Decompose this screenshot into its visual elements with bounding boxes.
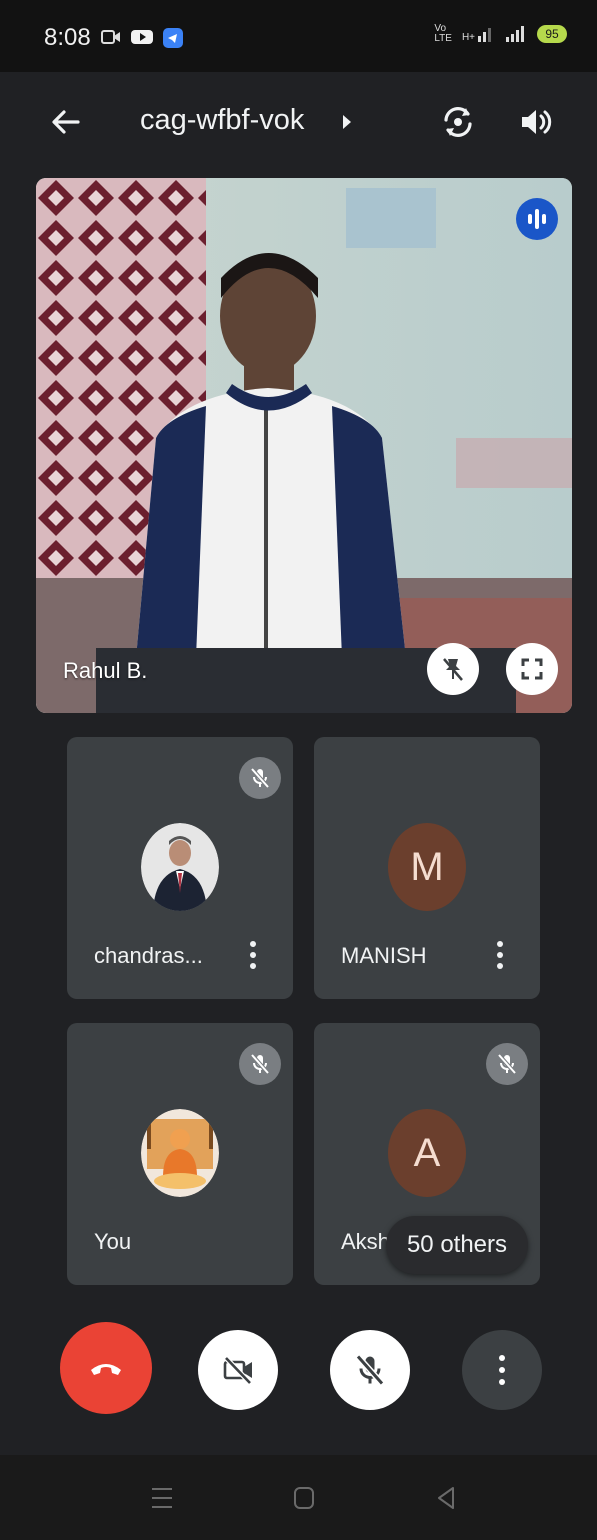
- muted-badge: [239, 757, 281, 799]
- phone-hangup-icon: [91, 1364, 121, 1375]
- switch-camera-button[interactable]: [436, 100, 480, 144]
- status-bar: 8:08 Vo LTE H+ 95: [0, 0, 597, 72]
- avatar-photo: [141, 1109, 219, 1197]
- youtube-notification-icon: [131, 30, 153, 44]
- more-vert-icon[interactable]: [488, 935, 512, 975]
- hplus-indicator: H+: [462, 25, 495, 43]
- arrow-left-icon: [52, 110, 80, 134]
- status-time: 8:08: [44, 24, 91, 51]
- more-options-button[interactable]: [462, 1330, 542, 1410]
- lte-label: LTE: [434, 33, 452, 44]
- mic-off-icon: [497, 1053, 517, 1075]
- back-button[interactable]: [44, 100, 88, 144]
- caret-right-icon[interactable]: [340, 113, 354, 131]
- system-nav-bar: [0, 1455, 597, 1540]
- signal-bars-icon-2: [506, 26, 524, 42]
- unpin-button[interactable]: [427, 643, 479, 695]
- speaker-icon: [522, 110, 552, 134]
- meet-call-screen: 8:08 Vo LTE H+ 95 cag-wfbf-vok Rahul B. …: [0, 0, 597, 1540]
- telegram-notification-icon: [163, 28, 183, 48]
- avatar-photo: [141, 823, 219, 911]
- status-notification-icons: [100, 27, 184, 49]
- fullscreen-icon: [521, 658, 543, 680]
- participant-tile-self[interactable]: You: [67, 1023, 293, 1285]
- switch-camera-icon: [444, 107, 472, 137]
- recents-icon[interactable]: [150, 1483, 174, 1513]
- participant-video-feed: [36, 178, 572, 713]
- more-vert-icon: [499, 1352, 505, 1388]
- video-call-notification-icon: [101, 30, 120, 44]
- participant-name: MANISH: [341, 943, 427, 968]
- call-header: cag-wfbf-vok: [0, 72, 597, 172]
- pinned-video-tile[interactable]: Rahul B.: [36, 178, 572, 713]
- pinned-participant-name: Rahul B.: [63, 658, 148, 683]
- back-nav-icon[interactable]: [434, 1483, 458, 1513]
- participant-tile[interactable]: chandras...: [67, 737, 293, 999]
- mic-off-icon: [250, 767, 270, 789]
- fullscreen-button[interactable]: [506, 643, 558, 695]
- participant-name: You: [94, 1229, 132, 1254]
- home-icon[interactable]: [292, 1483, 316, 1513]
- signal-bars-icon: [478, 28, 491, 42]
- status-system-icons: Vo LTE H+ 95: [434, 24, 567, 44]
- more-vert-icon[interactable]: [241, 935, 265, 975]
- camera-toggle-button[interactable]: [198, 1330, 278, 1410]
- volte-indicator: Vo LTE: [434, 24, 452, 44]
- avatar: [141, 823, 219, 911]
- avatar: M: [388, 823, 466, 911]
- end-call-button[interactable]: [60, 1322, 152, 1414]
- videocam-off-icon: [223, 1356, 252, 1385]
- meeting-code[interactable]: cag-wfbf-vok: [140, 104, 304, 137]
- muted-badge: [239, 1043, 281, 1085]
- participant-name: Aksh: [341, 1229, 390, 1254]
- avatar: A: [388, 1109, 466, 1197]
- hplus-label: H+: [461, 32, 475, 43]
- others-count-chip[interactable]: 50 others: [386, 1216, 528, 1274]
- mic-toggle-button[interactable]: [330, 1330, 410, 1410]
- unpin-icon: [443, 658, 463, 681]
- speaking-indicator-icon: [516, 198, 558, 240]
- participant-name: chandras...: [94, 943, 203, 968]
- speaker-button[interactable]: [514, 100, 558, 144]
- mic-off-icon: [250, 1053, 270, 1075]
- participant-tile[interactable]: M MANISH: [314, 737, 540, 999]
- mic-off-icon: [355, 1354, 385, 1386]
- battery-indicator: 95: [537, 25, 567, 43]
- avatar: [141, 1109, 219, 1197]
- muted-badge: [486, 1043, 528, 1085]
